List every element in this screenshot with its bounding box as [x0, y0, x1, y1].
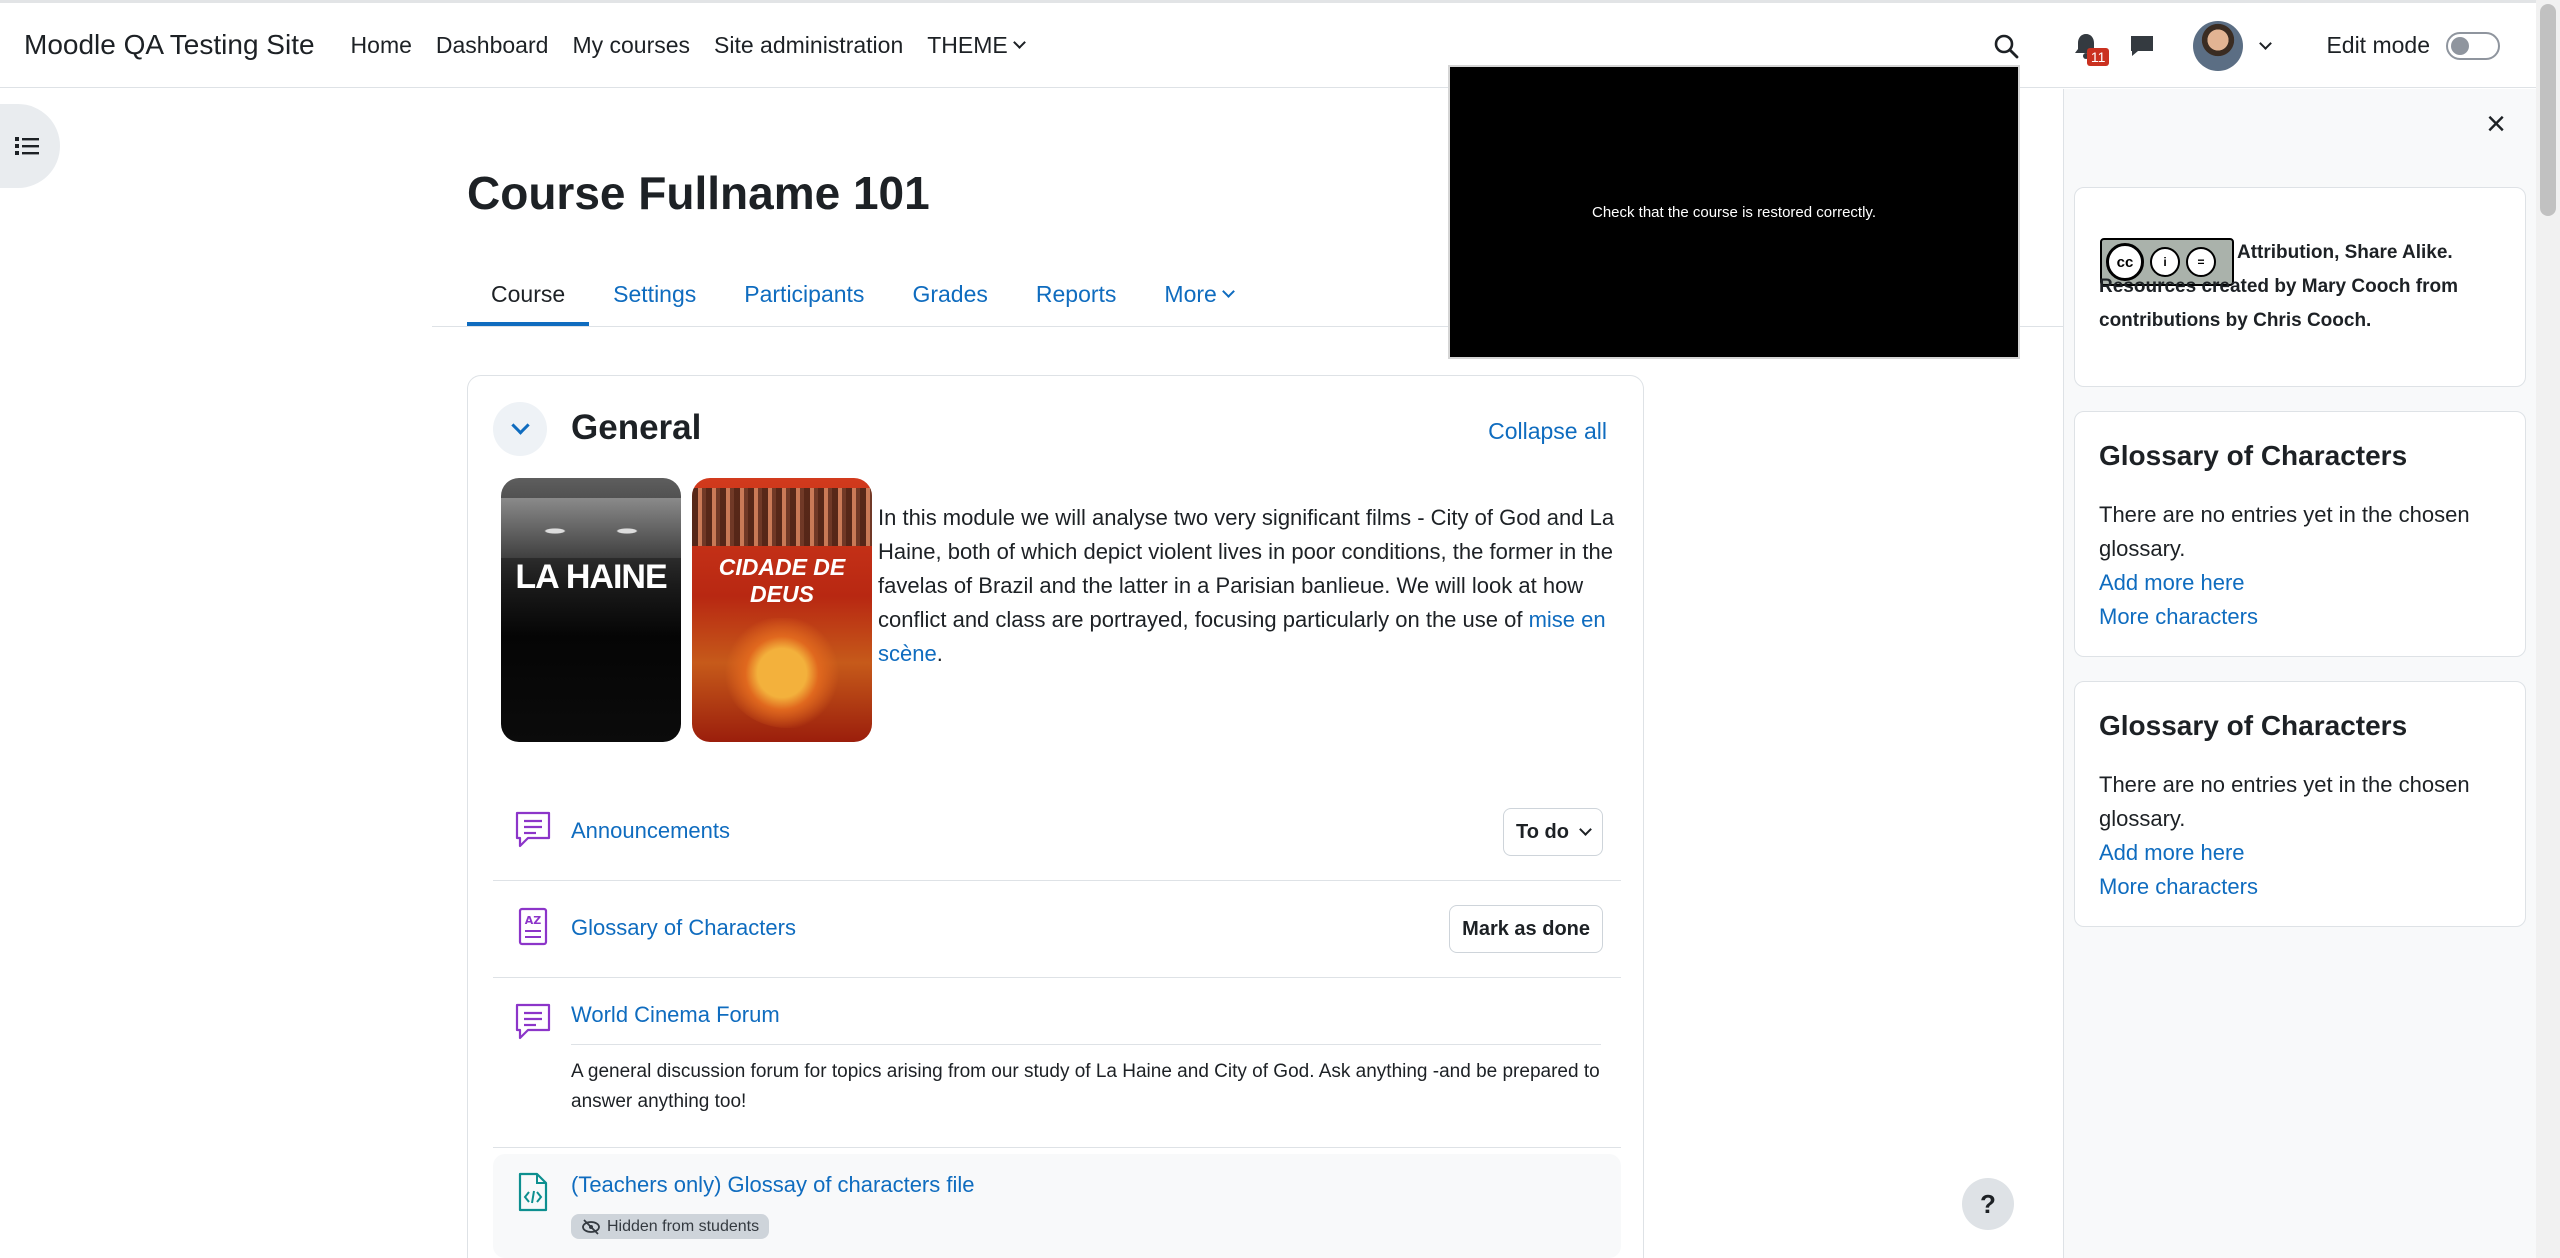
- tab-more[interactable]: More: [1140, 262, 1256, 326]
- help-button[interactable]: ?: [1962, 1178, 2014, 1230]
- more-characters-link[interactable]: More characters: [2099, 600, 2509, 634]
- poster-bird: [722, 618, 842, 728]
- hidden-from-students-badge: Hidden from students: [571, 1214, 770, 1239]
- scrollbar-thumb[interactable]: [2540, 4, 2556, 216]
- messages-button[interactable]: [2129, 34, 2155, 58]
- activity-announcements: Announcements To do: [493, 784, 1621, 881]
- poster-cidade-de-deus-image: CIDADE DE DEUS: [692, 478, 872, 742]
- license-text: Attribution, Share Alike. Resources crea…: [2099, 242, 2459, 331]
- chevron-down-icon: [1579, 823, 1592, 836]
- section-collapse-button[interactable]: [493, 402, 547, 456]
- block-empty-message: There are no entries yet in the chosen g…: [2099, 772, 2470, 831]
- avatar: [2193, 20, 2244, 71]
- section-title: General: [571, 408, 702, 447]
- nav-theme-dropdown[interactable]: THEME: [927, 31, 1026, 59]
- search-button[interactable]: [1993, 33, 2019, 59]
- course-section-general: General Collapse all LA HAINE CIDADE DE …: [467, 375, 1644, 1258]
- poster-la-haine-title: LA HAINE: [515, 558, 667, 596]
- activity-description: A general discussion forum for topics ar…: [571, 1044, 1601, 1117]
- activity-link-announcements[interactable]: Announcements: [571, 818, 730, 844]
- poster-la-haine-image: LA HAINE: [501, 478, 681, 742]
- close-drawer-button[interactable]: ×: [2481, 107, 2511, 141]
- eye-slash-icon: [582, 1218, 600, 1235]
- chevron-down-icon: [1221, 285, 1235, 298]
- tab-grades[interactable]: Grades: [888, 262, 1011, 326]
- activity-link-glossary[interactable]: Glossary of Characters: [571, 915, 796, 941]
- poster-cidade-title: CIDADE DE DEUS: [718, 554, 846, 607]
- top-navbar: Moodle QA Testing Site Home Dashboard My…: [0, 0, 2560, 88]
- block-license: cc i = Attribution, Share Alike. Resourc…: [2074, 187, 2526, 387]
- glossary-icon: AZ: [513, 907, 553, 947]
- notifications-button[interactable]: 11: [2073, 32, 2110, 66]
- chevron-down-icon: [510, 416, 530, 435]
- block-empty-message: There are no entries yet in the chosen g…: [2099, 502, 2470, 561]
- block-body: There are no entries yet in the chosen g…: [2099, 498, 2509, 634]
- section-summary: In this module we will analyse two very …: [878, 501, 1623, 671]
- section-summary-text: In this module we will analyse two very …: [878, 505, 1615, 632]
- user-menu-button[interactable]: [2193, 20, 2273, 71]
- primary-navigation: Home Dashboard My courses Site administr…: [351, 32, 1048, 59]
- activity-link-teachers-file[interactable]: (Teachers only) Glossay of characters fi…: [571, 1172, 975, 1198]
- course-index-toggle[interactable]: [0, 104, 60, 188]
- add-more-link[interactable]: Add more here: [2099, 836, 2509, 870]
- tab-participants[interactable]: Participants: [720, 262, 888, 326]
- search-icon: [1995, 34, 2019, 58]
- todo-label: To do: [1516, 820, 1569, 843]
- hidden-badge-label: Hidden from students: [607, 1217, 760, 1235]
- activity-teachers-glossary-file: (Teachers only) Glossay of characters fi…: [493, 1154, 1621, 1258]
- video-caption: Check that the course is restored correc…: [1591, 203, 1876, 221]
- course-secondary-navigation: Course Settings Participants Grades Repo…: [467, 262, 1257, 326]
- nav-dashboard[interactable]: Dashboard: [436, 32, 549, 59]
- block-glossary-1: Glossary of Characters There are no entr…: [2074, 411, 2526, 657]
- block-title: Glossary of Characters: [2099, 440, 2408, 471]
- tab-more-label: More: [1164, 280, 1217, 307]
- mark-as-done-button[interactable]: Mark as done: [1449, 905, 1603, 953]
- block-drawer: × cc i = Attribution, Share Alike. Resou…: [2063, 89, 2536, 1258]
- chevron-down-icon: [2259, 36, 2273, 50]
- file-code-icon: [513, 1172, 553, 1212]
- block-body: There are no entries yet in the chosen g…: [2099, 768, 2509, 904]
- block-glossary-2: Glossary of Characters There are no entr…: [2074, 681, 2526, 927]
- block-title: Glossary of Characters: [2099, 710, 2408, 741]
- nav-home[interactable]: Home: [351, 32, 412, 59]
- poster-face: [501, 498, 681, 558]
- svg-text:AZ: AZ: [525, 914, 542, 927]
- page-scrollbar[interactable]: [2536, 0, 2560, 1258]
- add-more-link[interactable]: Add more here: [2099, 566, 2509, 600]
- navbar-actions: 11 Edit mode: [1993, 3, 2500, 88]
- collapse-all-link[interactable]: Collapse all: [1488, 418, 1607, 445]
- poster-crowd: [692, 488, 872, 546]
- tab-reports[interactable]: Reports: [1012, 262, 1141, 326]
- activity-link-world-cinema-forum[interactable]: World Cinema Forum: [571, 1002, 780, 1028]
- section-summary-end: .: [936, 641, 943, 666]
- page-title: Course Fullname 101: [467, 167, 930, 219]
- edit-mode-label: Edit mode: [2326, 32, 2430, 58]
- list-icon: [15, 137, 39, 155]
- chevron-down-icon: [1012, 36, 1026, 49]
- forum-icon: [513, 810, 553, 850]
- nav-site-administration[interactable]: Site administration: [714, 32, 903, 59]
- notification-count-badge: 11: [2086, 47, 2110, 66]
- chat-icon: [2131, 35, 2154, 56]
- activity-world-cinema-forum: World Cinema Forum A general discussion …: [493, 978, 1621, 1148]
- tab-course[interactable]: Course: [467, 262, 590, 326]
- activity-glossary: AZ Glossary of Characters Mark as done: [493, 881, 1621, 978]
- tab-settings[interactable]: Settings: [589, 262, 720, 326]
- video-overlay[interactable]: Check that the course is restored correc…: [1448, 65, 2020, 359]
- more-characters-link[interactable]: More characters: [2099, 870, 2509, 904]
- todo-dropdown-button[interactable]: To do: [1503, 808, 1603, 856]
- edit-mode-toggle[interactable]: [2446, 31, 2500, 60]
- forum-icon: [513, 1002, 553, 1042]
- site-brand[interactable]: Moodle QA Testing Site: [24, 29, 315, 61]
- nav-my-courses[interactable]: My courses: [572, 32, 690, 59]
- nav-theme-label: THEME: [927, 31, 1008, 58]
